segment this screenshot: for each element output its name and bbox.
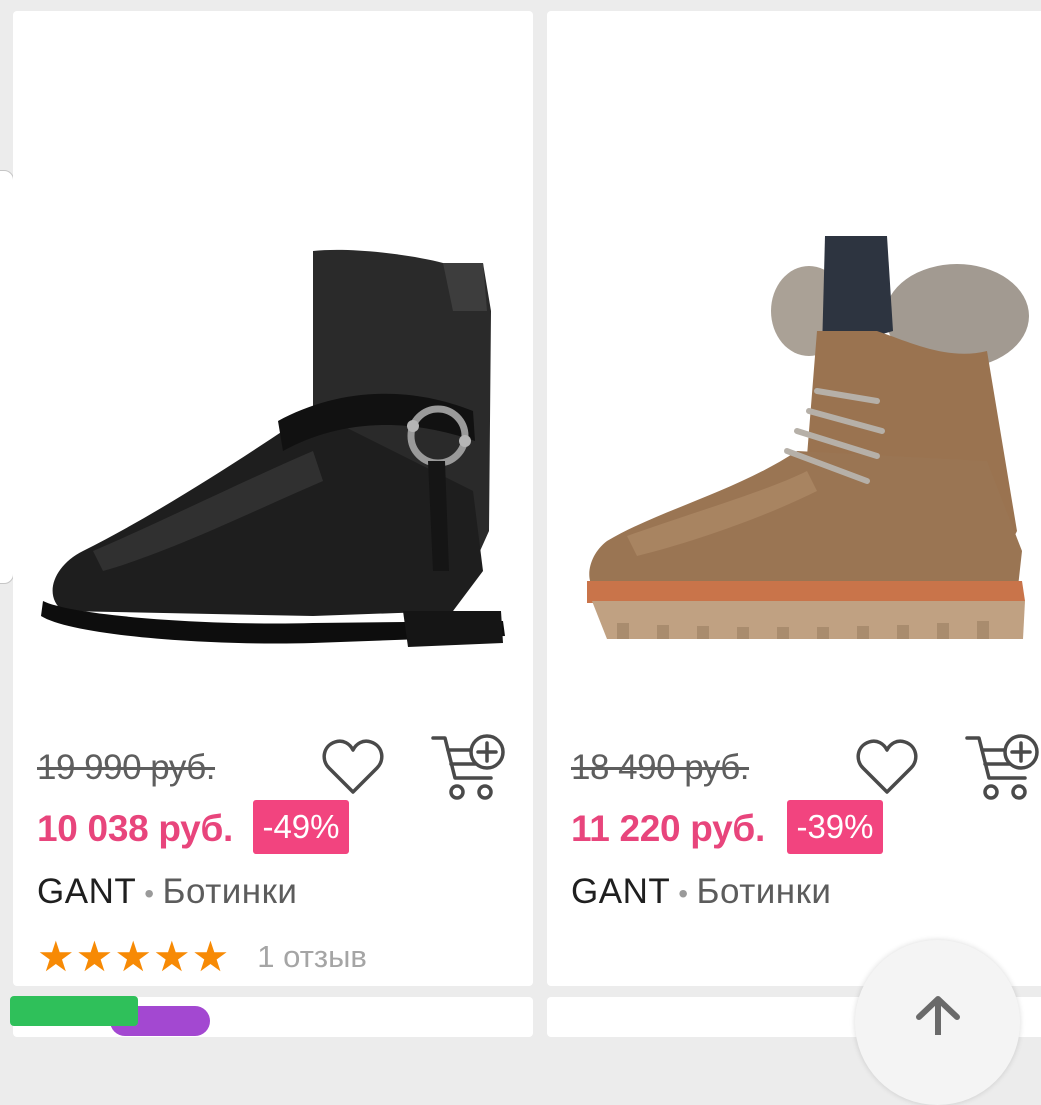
brand-name: GANT xyxy=(571,872,671,911)
product-card[interactable]: 19 990 руб. 10 038 руб. -49% GANT • Ботинк… xyxy=(13,11,533,986)
product-title[interactable]: GANT • Ботинки xyxy=(571,872,832,912)
separator-dot: • xyxy=(144,878,155,909)
scroll-top-button[interactable] xyxy=(855,940,1020,1105)
cart-plus-icon[interactable] xyxy=(431,732,509,809)
separator-dot: • xyxy=(678,878,689,909)
category-name: Ботинки xyxy=(696,872,832,911)
rating-row[interactable]: ★ ★ ★ ★ ★ 1 отзыв xyxy=(37,934,367,979)
star-icon: ★ xyxy=(75,932,114,980)
discount-badge: -49% xyxy=(253,800,349,854)
new-badge xyxy=(10,996,138,1026)
rating-stars: ★ ★ ★ ★ ★ xyxy=(37,932,230,980)
tan-suede-boot-image xyxy=(587,236,1029,639)
product-image[interactable] xyxy=(547,11,1041,701)
star-icon: ★ xyxy=(37,932,75,980)
brand-name: GANT xyxy=(37,872,137,911)
sale-price: 10 038 руб. xyxy=(37,808,233,849)
arrow-up-icon xyxy=(916,996,960,1035)
old-price: 19 990 руб. xyxy=(37,748,216,787)
heart-outline-icon[interactable] xyxy=(321,738,385,801)
sale-price: 11 220 руб. xyxy=(571,808,765,849)
star-icon: ★ xyxy=(191,932,230,980)
cart-plus-icon[interactable] xyxy=(965,732,1041,809)
black-boot-image xyxy=(41,249,505,647)
heart-outline-icon[interactable] xyxy=(855,738,919,801)
category-name: Ботинки xyxy=(162,872,298,911)
discount-badge: -39% xyxy=(787,800,883,854)
old-price: 18 490 руб. xyxy=(571,748,750,787)
product-title[interactable]: GANT • Ботинки xyxy=(37,872,298,912)
side-panel-edge[interactable] xyxy=(0,170,14,584)
star-icon: ★ xyxy=(152,932,191,980)
product-card[interactable]: 18 490 руб. 11 220 руб. -39% GANT • Ботинк… xyxy=(547,11,1041,986)
reviews-count[interactable]: 1 отзыв xyxy=(257,939,367,975)
star-icon: ★ xyxy=(114,932,152,980)
product-image[interactable] xyxy=(13,11,533,701)
